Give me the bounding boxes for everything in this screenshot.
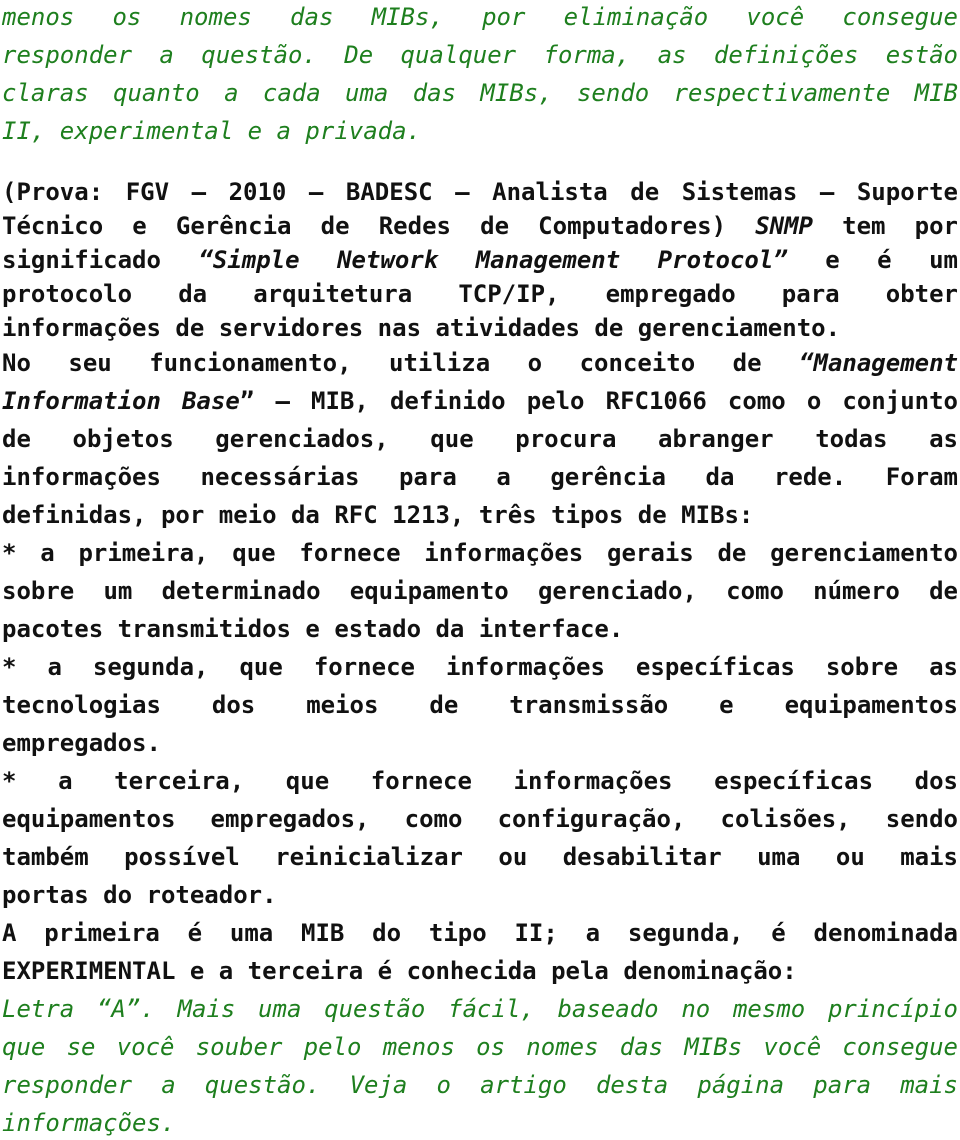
text-segment: informações necessárias para a gerência … <box>2 463 958 491</box>
text-line: sobre um determinado equipamento gerenci… <box>2 576 958 606</box>
text-segment: EXPERIMENTAL e a terceira é conhecida pe… <box>2 957 797 985</box>
text-segment: protocolo da arquitetura TCP/IP, emprega… <box>2 280 958 308</box>
text-segment: * a terceira, que fornece informações es… <box>2 767 958 795</box>
text-segment: Técnico e Gerência de Redes de Computado… <box>2 212 756 240</box>
text-line: No seu funcionamento, utiliza o conceito… <box>2 348 958 378</box>
text-line: também possível reinicializar ou desabil… <box>2 842 958 872</box>
text-line: que se você souber pelo menos os nomes d… <box>2 1033 958 1061</box>
text-line: claras quanto a cada uma das MIBs, sendo… <box>2 79 958 107</box>
text-line: definidas, por meio da RFC 1213, três ti… <box>2 500 958 530</box>
text-line: equipamentos empregados, como configuraç… <box>2 804 958 834</box>
text-line: EXPERIMENTAL e a terceira é conhecida pe… <box>2 956 958 986</box>
text-segment: equipamentos empregados, como configuraç… <box>2 805 958 833</box>
text-segment: * a primeira, que fornece informações ge… <box>2 539 958 567</box>
text-segment: também possível reinicializar ou desabil… <box>2 843 958 871</box>
text-line: Técnico e Gerência de Redes de Computado… <box>2 211 958 241</box>
text-line: informações necessárias para a gerência … <box>2 462 958 492</box>
text-line: * a segunda, que fornece informações esp… <box>2 652 958 682</box>
text-segment: portas do roteador. <box>2 881 277 909</box>
text-line: * a primeira, que fornece informações ge… <box>2 538 958 568</box>
text-segment: A primeira é uma MIB do tipo II; a segun… <box>2 919 958 947</box>
snmp-expansion: “Simple Network Management Protocol” <box>198 246 788 274</box>
text-segment: empregados. <box>2 729 161 757</box>
text-segment: significado <box>2 246 199 274</box>
text-line: A primeira é uma MIB do tipo II; a segun… <box>2 918 958 948</box>
text-line: II, experimental e a privada. <box>2 117 422 145</box>
text-line: portas do roteador. <box>2 880 958 910</box>
text-line: pacotes transmitidos e estado da interfa… <box>2 614 958 644</box>
snmp-term: SNMP <box>755 212 813 240</box>
text-line: empregados. <box>2 728 958 758</box>
text-line: (Prova: FGV – 2010 – BADESC – Analista d… <box>2 177 958 207</box>
text-segment: tecnologias dos meios de transmissão e e… <box>2 691 958 719</box>
text-line: menos os nomes das MIBs, por eliminação … <box>2 3 958 31</box>
text-segment: e é um <box>787 246 958 274</box>
mib-term: “Management <box>799 349 958 377</box>
text-line: de objetos gerenciados, que procura abra… <box>2 424 958 454</box>
text-segment: (Prova: FGV – 2010 – BADESC – Analista d… <box>2 178 958 206</box>
text-segment: sobre um determinado equipamento gerenci… <box>2 577 958 605</box>
text-line: informações de servidores nas atividades… <box>2 313 958 343</box>
text-line: significado “Simple Network Management P… <box>2 245 958 275</box>
text-segment: * a segunda, que fornece informações esp… <box>2 653 958 681</box>
text-line: responder a questão. De qualquer forma, … <box>2 41 958 69</box>
text-line: Information Base” – MIB, definido pelo R… <box>2 386 958 416</box>
mib-term: Information Base <box>2 387 240 415</box>
text-segment: No seu funcionamento, utiliza o conceito… <box>2 349 800 377</box>
text-line: * a terceira, que fornece informações es… <box>2 766 958 796</box>
text-line: responder a questão. Veja o artigo desta… <box>2 1071 958 1099</box>
text-segment: definidas, por meio da RFC 1213, três ti… <box>2 501 754 529</box>
text-line: tecnologias dos meios de transmissão e e… <box>2 690 958 720</box>
text-segment: informações de servidores nas atividades… <box>2 314 841 342</box>
text-segment: tem por <box>812 212 958 240</box>
text-segment: pacotes transmitidos e estado da interfa… <box>2 615 624 643</box>
text-line: Letra “A”. Mais uma questão fácil, basea… <box>2 995 958 1023</box>
text-segment: ” – MIB, definido pelo RFC1066 como o co… <box>239 387 958 415</box>
text-line: protocolo da arquitetura TCP/IP, emprega… <box>2 279 958 309</box>
text-line: informações. <box>2 1109 176 1137</box>
text-segment: de objetos gerenciados, que procura abra… <box>2 425 958 453</box>
